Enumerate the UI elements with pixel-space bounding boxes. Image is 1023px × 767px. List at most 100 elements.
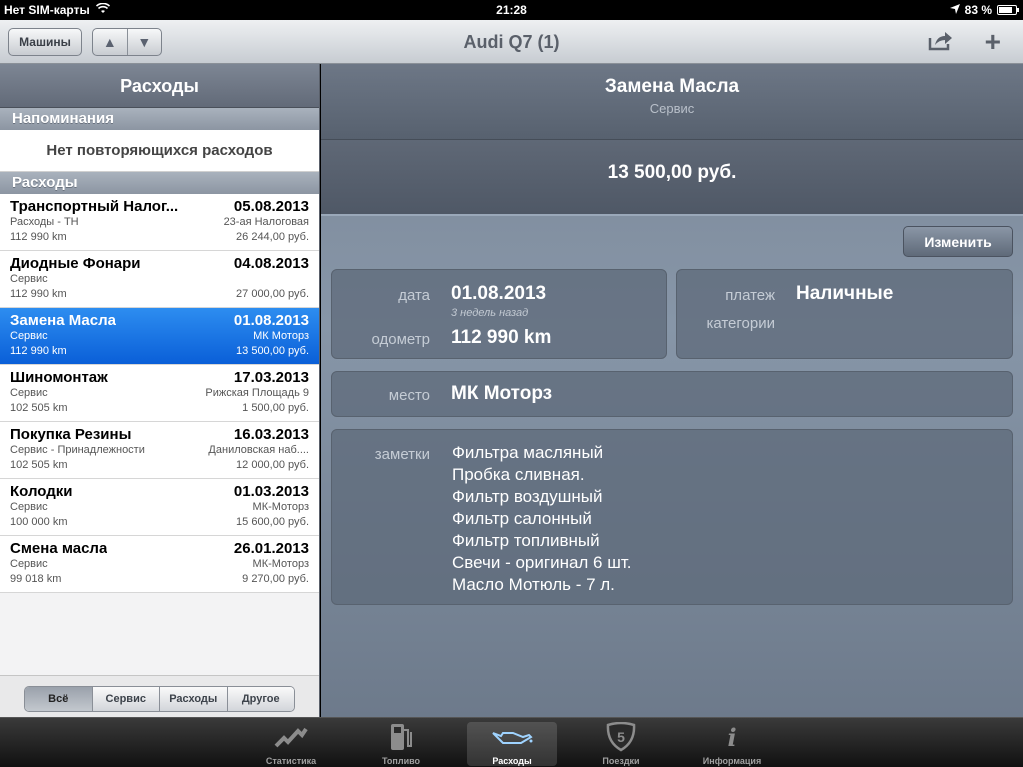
battery-fill [999,7,1013,13]
route-shield-icon: 5 [576,722,666,752]
detail-subtitle: Сервис [649,101,695,116]
place-label: место [388,387,430,404]
note-line: Фильтр топливный [452,531,600,550]
page-title: Audi Q7 (1) [463,32,560,52]
tab-expenses[interactable]: Расходы [467,722,557,766]
expenses-list-pane: Расходы Напоминания Нет повторяющихся ра… [0,64,320,717]
date-ago: 3 недель назад [451,307,529,319]
expense-date: 01.03.2013 [233,483,309,500]
notes-text: Фильтра масляный Пробка сливная. Фильтр во… [452,442,632,596]
date-odometer-card: дата 01.08.2013 3 недель назад одометр 1… [331,269,667,359]
note-line: Свечи - оригинал 6 шт. [452,553,632,572]
odometer-value: 112 990 km [451,327,552,348]
note-line: Масло Мотюль - 7 л. [452,575,615,594]
place-value: МК Моторз [451,383,553,404]
note-line: Фильтр салонный [452,509,592,528]
status-right: 83 % [949,3,1019,17]
status-time: 21:28 [496,3,527,17]
expense-category: Сервис [10,330,48,342]
tab-statistics[interactable]: Статистика [246,722,336,766]
expense-odometer: 112 990 km [10,288,67,300]
expense-category: Расходы - ТН [10,216,79,228]
tab-info[interactable]: i Информация [687,722,777,767]
tab-expenses-label: Расходы [492,756,532,766]
expense-odometer: 112 990 km [10,231,67,243]
filter-all[interactable]: Всё [25,687,92,711]
expense-row[interactable]: Смена масла 26.01.2013 Сервис МК-Моторз 99 0… [0,536,319,593]
filter-service[interactable]: Сервис [91,687,159,711]
note-line: Фильтр воздушный [452,487,603,506]
expense-row[interactable]: Замена Масла 01.08.2013 Сервис МК Моторз 112… [0,308,319,365]
expense-row[interactable]: Диодные Фонари 04.08.2013 Сервис 112 990 km… [0,251,319,308]
detail-header: Замена Масла Сервис [321,64,1023,140]
info-icon: i [727,722,737,752]
date-value: 01.08.2013 [451,283,547,304]
fuel-pump-icon [356,722,446,752]
expense-category: Сервис [10,273,48,285]
battery-icon [997,5,1019,15]
tab-statistics-label: Статистика [265,756,317,766]
expense-place: МК Моторз [253,330,309,342]
chart-icon [246,722,336,752]
expense-date: 04.08.2013 [233,255,309,272]
place-card: место МК Моторз [331,371,1013,417]
detail-title: Замена Масла [604,76,740,97]
detail-price: 13 500,00 руб. [321,140,1023,216]
expense-row[interactable]: Шиномонтаж 17.03.2013 Сервис Рижская Площад… [0,365,319,422]
navigation-bar: Машины ▲ ▼ Audi Q7 (1) + [0,20,1023,64]
filter-other[interactable]: Другое [226,687,294,711]
oil-can-icon [467,722,557,752]
filter-segmented-control: Всё Сервис Расходы Другое [24,686,295,712]
expense-date: 17.03.2013 [233,369,309,386]
expense-amount: 26 244,00 руб. [236,231,309,243]
expense-amount: 13 500,00 руб. [236,345,309,357]
expense-date: 01.08.2013 [233,312,309,329]
expense-name: Смена масла [10,540,108,557]
expense-name: Диодные Фонари [10,255,141,272]
expense-list: Транспортный Налог... 05.08.2013 Расходы -… [0,194,319,593]
share-icon[interactable] [927,30,953,57]
reminders-section-header: Напоминания [0,108,319,130]
payment-value: Наличные [796,283,894,304]
expense-amount: 27 000,00 руб. [236,288,309,300]
payment-label: платеж [725,287,775,304]
notes-card: заметки Фильтра масляный Пробка сливная. Ф… [331,429,1013,605]
expense-date: 16.03.2013 [233,426,309,443]
expense-name: Колодки [10,483,73,500]
location-arrow-icon [949,3,960,17]
expense-place: Рижская Площадь 9 [205,387,309,399]
expense-odometer: 99 018 km [10,573,62,585]
note-line: Пробка сливная. [452,465,585,484]
expense-name: Замена Масла [10,312,116,329]
expense-amount: 9 270,00 руб. [242,573,309,585]
tab-bar: Статистика Топливо Расходы 5 Поездки i И… [0,717,1023,767]
expense-odometer: 100 000 km [10,516,68,528]
filter-expenses[interactable]: Расходы [159,687,227,711]
expense-date: 05.08.2013 [233,198,309,215]
expense-place: МК-Моторз [252,501,309,513]
expense-odometer: 102 505 km [10,402,68,414]
note-line: Фильтра масляный [452,443,604,462]
tab-fuel[interactable]: Топливо [356,722,446,766]
odometer-label: одометр [371,331,430,348]
payment-card: платеж Наличные категории [676,269,1013,359]
expense-row[interactable]: Покупка Резины 16.03.2013 Сервис - Принадл… [0,422,319,479]
expense-name: Транспортный Налог... [10,198,179,215]
svg-text:5: 5 [617,729,625,745]
expense-date: 26.01.2013 [233,540,309,557]
expense-name: Шиномонтаж [10,369,108,386]
expense-category: Сервис [10,501,48,513]
expense-category: Сервис [10,387,48,399]
expense-row[interactable]: Транспортный Налог... 05.08.2013 Расходы -… [0,194,319,251]
expense-amount: 15 600,00 руб. [236,516,309,528]
tab-trips[interactable]: 5 Поездки [576,722,666,766]
date-label: дата [398,287,430,304]
edit-button[interactable]: Изменить [903,226,1013,257]
expense-amount: 12 000,00 руб. [236,459,309,471]
expense-detail-pane: Замена Масла Сервис 13 500,00 руб. Измен… [321,64,1023,717]
tab-info-label: Информация [702,756,762,766]
categories-label: категории [706,315,775,332]
expense-name: Покупка Резины [10,426,132,443]
add-icon[interactable]: + [985,28,1001,56]
expense-row[interactable]: Колодки 01.03.2013 Сервис МК-Моторз 100 000 … [0,479,319,536]
